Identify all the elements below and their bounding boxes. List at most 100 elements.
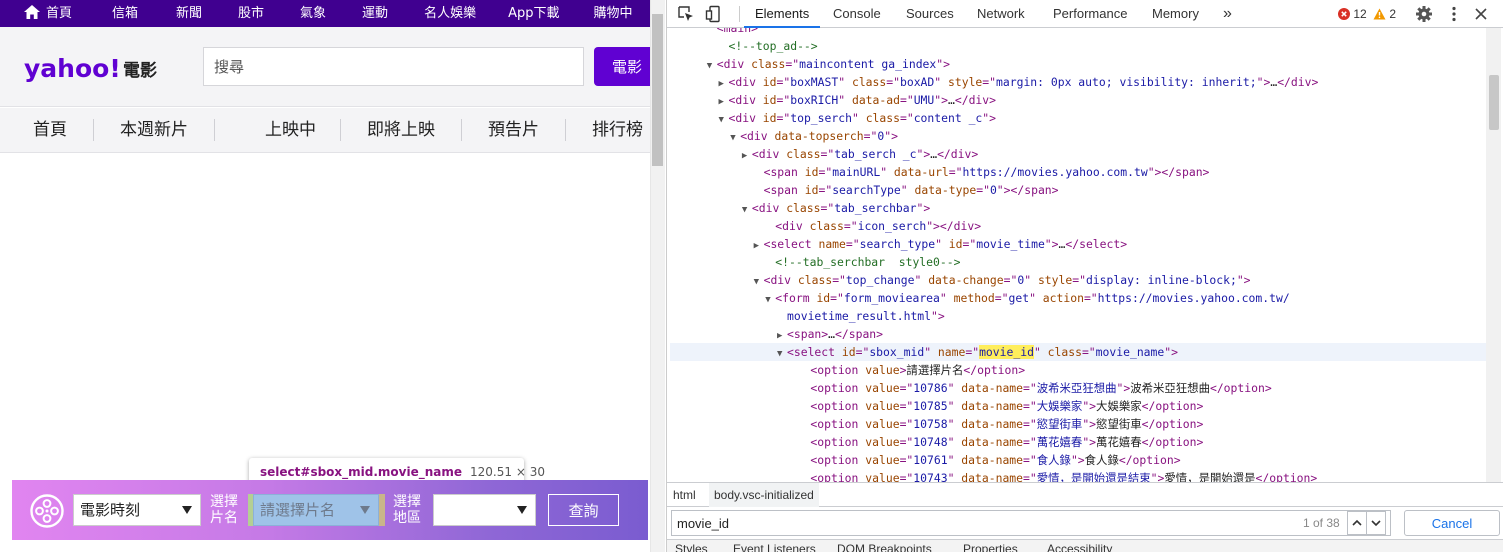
- inspect-element-icon[interactable]: [677, 5, 695, 23]
- dom-node-line[interactable]: ▼ <div class="tab_serchbar">: [670, 199, 1486, 217]
- movie-name-select[interactable]: 請選擇片名: [253, 494, 379, 526]
- topnav-item-news[interactable]: 新聞: [152, 0, 202, 27]
- bottom-tab[interactable]: Accessibility: [1047, 542, 1112, 552]
- topnav-item-home[interactable]: 首頁: [0, 0, 88, 27]
- menu-item-ranking[interactable]: 排行榜: [566, 119, 650, 141]
- tab-elements[interactable]: Elements: [744, 0, 821, 28]
- query-button[interactable]: 查詢: [548, 494, 619, 526]
- tab-console[interactable]: Console: [833, 0, 881, 28]
- warning-icon: [1373, 8, 1386, 20]
- tab-memory[interactable]: Memory: [1152, 0, 1199, 28]
- dom-node-line[interactable]: <!--top_ad-->: [670, 37, 1486, 55]
- dom-node-markup: <main>: [716, 28, 758, 35]
- breadcrumb: html body.vsc-initialized: [667, 482, 1503, 507]
- dom-node-line[interactable]: ▼ <div class="top_change" data-change="0"…: [670, 271, 1486, 289]
- dom-node-line[interactable]: ▶ <select name="search_type" id="movie_ti…: [670, 235, 1486, 253]
- bottom-tab[interactable]: DOM Breakpoints: [837, 542, 932, 552]
- elements-tree: <main> <!--top_ad--> ▼ <div class="maincont…: [670, 28, 1486, 482]
- elements-scrollbar-thumb[interactable]: [1489, 75, 1499, 130]
- yahoo-movies-logo[interactable]: yahoo! 電影: [24, 53, 164, 85]
- dom-node-line[interactable]: <div class="icon_serch"></div>: [670, 217, 1486, 235]
- close-icon[interactable]: [1472, 5, 1490, 23]
- tab-network[interactable]: Network: [977, 0, 1025, 28]
- dom-node-line[interactable]: <option value>請選擇片名</option>: [670, 361, 1486, 379]
- dom-node-markup: <div id="top_serch" class="content _c">: [728, 111, 997, 125]
- device-toolbar-icon[interactable]: [705, 5, 723, 23]
- warning-count[interactable]: 2: [1373, 0, 1396, 28]
- topnav-item-sports[interactable]: 運動: [326, 0, 388, 27]
- tab-performance[interactable]: Performance: [1053, 0, 1127, 28]
- dom-node-line[interactable]: <span id="mainURL" data-url="https://mov…: [670, 163, 1486, 181]
- topnav-item-mail[interactable]: 信箱: [88, 0, 152, 27]
- page-scrollbar-thumb[interactable]: [652, 14, 663, 166]
- find-input[interactable]: [671, 510, 1391, 536]
- tab-sources[interactable]: Sources: [906, 0, 954, 28]
- topnav-item-shopping[interactable]: 購物中: [559, 0, 632, 27]
- find-cancel-button[interactable]: Cancel: [1404, 510, 1500, 536]
- menu-item-coming-soon[interactable]: 即將上映: [341, 119, 462, 141]
- dom-node-line[interactable]: ▶ <div class="tab_serch _c">…</div>: [670, 145, 1486, 163]
- bottom-tab[interactable]: Styles: [675, 542, 708, 552]
- bottom-tab[interactable]: Properties: [963, 542, 1018, 552]
- menu-item-new-this-week[interactable]: 本週新片: [94, 119, 215, 141]
- movie-time-select[interactable]: 電影時刻: [73, 494, 201, 526]
- dom-node-line[interactable]: ▼ <form id="form_moviearea" method="get" …: [670, 289, 1486, 307]
- dom-node-line[interactable]: <option value="10785" data-name="大娛樂家">大…: [670, 397, 1486, 415]
- toolbar-divider: [739, 6, 740, 22]
- dom-node-markup: <option value="10786" data-name="波希米亞狂想曲…: [810, 381, 1272, 395]
- dom-node-selected[interactable]: ▼ <select id="sbox_mid" name="movie_id" c…: [670, 343, 1486, 361]
- movie-name-value: 請選擇片名: [260, 501, 336, 519]
- inspect-margin-highlight: [379, 494, 385, 526]
- devtools-panel: Elements Console Sources Network Perform…: [666, 0, 1503, 552]
- error-count[interactable]: 12: [1338, 0, 1367, 28]
- dom-node-line[interactable]: ▼ <div id="top_serch" class="content _c">: [670, 109, 1486, 127]
- dom-node-line[interactable]: <span id="searchType" data-type="0"></sp…: [670, 181, 1486, 199]
- breadcrumb-html[interactable]: html: [673, 483, 696, 507]
- search-input[interactable]: [203, 47, 584, 86]
- area-select[interactable]: [433, 494, 536, 526]
- dom-node-line[interactable]: ▼ <div data-topserch="0">: [670, 127, 1486, 145]
- logo-wordmark: yahoo!: [24, 54, 121, 83]
- dom-node-line[interactable]: <option value="10761" data-name="食人錄">食人…: [670, 451, 1486, 469]
- dom-node-line[interactable]: <option value="10748" data-name="萬花嬉春">萬…: [670, 433, 1486, 451]
- find-match-count: 1 of 38: [1303, 516, 1340, 530]
- search-button[interactable]: 電影: [594, 47, 650, 86]
- dom-node-line[interactable]: ▶ <div id="boxMAST" class="boxAD" style="…: [670, 73, 1486, 91]
- dom-node-markup: <div class="tab_serch _c">…</div>: [751, 147, 979, 161]
- dom-node-line[interactable]: ▼ <div class="maincontent ga_index">: [670, 55, 1486, 73]
- menu-item-home[interactable]: 首頁: [0, 119, 94, 141]
- find-previous-button[interactable]: [1347, 511, 1367, 535]
- dom-node-line[interactable]: <option value="10743" data-name="愛情，是開始還…: [670, 469, 1486, 482]
- dom-node-line[interactable]: <!--tab_serchbar style0-->: [670, 253, 1486, 271]
- tooltip-size: 120.51 × 30: [470, 465, 545, 479]
- find-next-button[interactable]: [1366, 511, 1386, 535]
- bottom-tab[interactable]: Event Listeners: [733, 542, 816, 552]
- topnav-item-stock[interactable]: 股市: [202, 0, 264, 27]
- more-options-icon[interactable]: [1445, 5, 1463, 23]
- dom-node-line[interactable]: <option value="10786" data-name="波希米亞狂想曲…: [670, 379, 1486, 397]
- chevron-up-icon: [1352, 519, 1362, 526]
- dom-node-line[interactable]: ▶ <span>…</span>: [670, 325, 1486, 343]
- dom-node-markup: <select id="sbox_mid" name="movie_id" cl…: [787, 345, 1178, 359]
- topnav-item-celebrity[interactable]: 名人娛樂: [388, 0, 476, 27]
- dom-node-markup: <div class="icon_serch"></div>: [775, 219, 982, 233]
- topnav-item-weather[interactable]: 氣象: [264, 0, 326, 27]
- dom-node-markup: <option value="10748" data-name="萬花嬉春">萬…: [810, 435, 1204, 449]
- dom-node-line[interactable]: <main>: [670, 28, 1486, 37]
- home-icon: [24, 5, 40, 19]
- menu-item-trailers[interactable]: 預告片: [462, 119, 566, 141]
- more-tabs-button[interactable]: »: [1223, 0, 1232, 28]
- error-count-value: 12: [1353, 7, 1367, 21]
- menu-item-now-showing[interactable]: 上映中: [215, 119, 341, 141]
- gear-icon[interactable]: [1415, 5, 1433, 23]
- yahoo-top-nav: 首頁 信箱 新聞 股市 氣象 運動 名人娛樂 App下載 購物中: [0, 0, 650, 27]
- topnav-item-app[interactable]: App下載: [476, 0, 559, 27]
- chevron-down-icon: [1371, 520, 1381, 527]
- chevron-down-icon: [360, 506, 370, 514]
- movies-menu: 首頁 本週新片 上映中 即將上映 預告片 排行榜: [0, 108, 650, 153]
- dom-node-line[interactable]: ▶ <div id="boxRICH" data-ad="UMU">…</div>: [670, 91, 1486, 109]
- breadcrumb-body[interactable]: body.vsc-initialized: [709, 483, 819, 507]
- dom-node-line[interactable]: movietime_result.html">: [670, 307, 1486, 325]
- dom-node-line[interactable]: <option value="10758" data-name="慾望街車">慾…: [670, 415, 1486, 433]
- dom-node-markup: <span id="mainURL" data-url="https://mov…: [763, 165, 1210, 179]
